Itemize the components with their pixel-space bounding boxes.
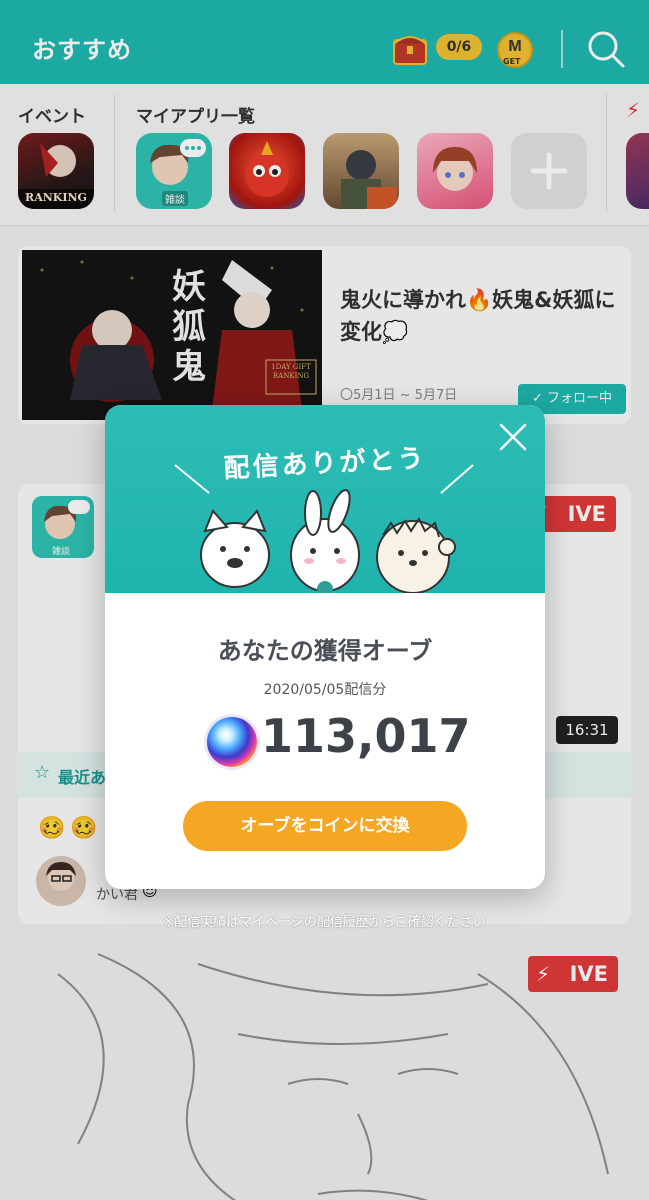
orb-amount: 113,017 bbox=[261, 709, 471, 763]
app-screen: おすすめ 0/6 M GET イベント マイアプリ一覧 ⚡ RANKING 雑談… bbox=[0, 0, 649, 1200]
stream-date: 2020/05/05配信分 bbox=[263, 682, 387, 698]
stream-reward-modal: 配信ありがとう あなたの獲得オーブ 2020/05/05配信分 113,017 … bbox=[105, 405, 545, 889]
orb-icon bbox=[207, 717, 257, 767]
footnote: ※配信実績はマイページの配信履歴からご確認ください bbox=[163, 915, 486, 930]
exchange-orbs-button[interactable]: オーブをコインに交換 bbox=[183, 801, 467, 851]
modal-header: 配信ありがとう bbox=[105, 405, 545, 593]
earned-orbs-title: あなたの獲得オーブ bbox=[217, 637, 433, 665]
orb-amount-row: 113,017 bbox=[105, 707, 545, 771]
close-icon[interactable] bbox=[495, 419, 531, 455]
